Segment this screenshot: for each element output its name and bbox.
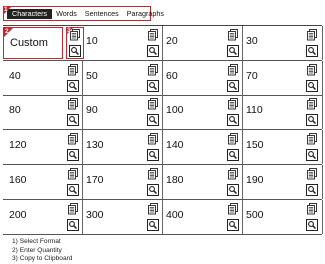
- copy-document-icon[interactable]: [227, 202, 239, 214]
- copy-document-icon[interactable]: [227, 132, 239, 145]
- quantity-value[interactable]: 10: [86, 35, 98, 47]
- magnifier-preview-icon[interactable]: [227, 79, 239, 92]
- magnifier-preview-icon[interactable]: [306, 218, 318, 231]
- tab-sentences[interactable]: Sentences: [81, 9, 123, 19]
- quantity-row: 200 300 400 500: [3, 199, 323, 235]
- copy-document-icon[interactable]: [227, 28, 239, 41]
- quantity-value[interactable]: 180: [166, 174, 184, 186]
- step-1-number: 1: [4, 6, 8, 13]
- quantity-value[interactable]: 400: [166, 209, 184, 221]
- quantity-cell: 120: [3, 130, 83, 164]
- quantity-value[interactable]: 20: [166, 35, 178, 47]
- magnifier-preview-icon[interactable]: [227, 114, 239, 127]
- quantity-value[interactable]: 60: [166, 70, 178, 82]
- copy-document-icon[interactable]: [147, 202, 159, 214]
- quantity-value[interactable]: 120: [9, 139, 27, 151]
- magnifier-preview-icon[interactable]: [227, 183, 239, 196]
- copy-document-icon[interactable]: [147, 132, 159, 145]
- quantity-value[interactable]: 300: [86, 209, 104, 221]
- instructions: 1) Select Format 2) Enter Quantity 3) Co…: [12, 238, 72, 264]
- quantity-value[interactable]: 40: [9, 70, 21, 82]
- quantity-cell: 40: [3, 61, 83, 95]
- magnifier-preview-icon[interactable]: [306, 79, 318, 92]
- magnifier-preview-icon[interactable]: [69, 45, 81, 57]
- custom-label: Custom: [10, 37, 48, 49]
- copy-document-icon[interactable]: [227, 97, 239, 110]
- quantity-grid: 2 Custom 3 10 20 30 40 50 60 70 80 90 100 110 120 130 14…: [3, 25, 323, 235]
- copy-document-icon[interactable]: [227, 63, 239, 76]
- column-divider: [322, 164, 323, 199]
- magnifier-preview-icon[interactable]: [147, 149, 159, 162]
- quantity-cell: 160: [3, 165, 83, 199]
- quantity-row: 80 90 100 110: [3, 95, 323, 131]
- step-3-number: 3: [67, 27, 71, 34]
- quantity-value[interactable]: 130: [86, 139, 104, 151]
- copy-document-icon[interactable]: [306, 63, 318, 76]
- quantity-cell: 80: [3, 95, 83, 129]
- quantity-cell: 200: [3, 200, 83, 234]
- magnifier-preview-icon[interactable]: [306, 183, 318, 196]
- magnifier-preview-icon[interactable]: [147, 218, 159, 231]
- magnifier-preview-icon[interactable]: [227, 45, 239, 57]
- quantity-value[interactable]: 140: [166, 139, 184, 151]
- quantity-value[interactable]: 190: [246, 174, 264, 186]
- copy-document-icon[interactable]: [227, 167, 239, 180]
- quantity-row: 40 50 60 70: [3, 60, 323, 96]
- tab-characters[interactable]: Characters: [7, 9, 53, 19]
- column-divider: [322, 95, 323, 130]
- tab-words[interactable]: Words: [52, 9, 81, 19]
- quantity-value[interactable]: 150: [246, 139, 264, 151]
- copy-document-icon[interactable]: [147, 97, 159, 110]
- quantity-value[interactable]: 110: [246, 104, 263, 116]
- quantity-row: 2 Custom 3 10 20 30: [3, 26, 323, 61]
- format-tabs: Characters Words Sentences Paragraphs: [3, 6, 164, 21]
- copy-document-icon[interactable]: [306, 97, 318, 110]
- column-divider: [322, 60, 323, 95]
- magnifier-preview-icon[interactable]: [147, 45, 159, 57]
- copy-document-icon[interactable]: [306, 167, 318, 180]
- column-divider: [322, 199, 323, 234]
- quantity-value[interactable]: 50: [86, 70, 98, 82]
- quantity-value[interactable]: 80: [9, 104, 21, 116]
- quantity-value[interactable]: 170: [86, 174, 104, 186]
- magnifier-preview-icon[interactable]: [147, 79, 159, 92]
- quantity-value[interactable]: 30: [246, 35, 258, 47]
- quantity-value[interactable]: 500: [246, 209, 264, 221]
- quantity-value[interactable]: 90: [86, 104, 98, 116]
- quantity-value[interactable]: 70: [246, 70, 258, 82]
- instruction-1: 1) Select Format: [12, 238, 61, 245]
- quantity-row: 120 130 140 150: [3, 130, 323, 166]
- quantity-value[interactable]: 100: [166, 104, 184, 116]
- copy-document-icon[interactable]: [147, 63, 159, 76]
- magnifier-preview-icon[interactable]: [227, 218, 239, 231]
- tab-paragraphs[interactable]: Paragraphs: [123, 9, 168, 19]
- quantity-value[interactable]: 200: [9, 209, 27, 221]
- copy-document-icon[interactable]: [306, 132, 318, 145]
- magnifier-preview-icon[interactable]: [147, 114, 159, 127]
- column-divider: [322, 130, 323, 165]
- magnifier-preview-icon[interactable]: [227, 149, 239, 162]
- magnifier-preview-icon[interactable]: [306, 45, 318, 57]
- copy-document-icon[interactable]: [306, 202, 318, 214]
- quantity-row: 160 170 180 190: [3, 164, 323, 200]
- copy-document-icon[interactable]: [147, 28, 159, 41]
- column-divider: [322, 26, 323, 60]
- step-2-number: 2: [5, 28, 9, 35]
- copy-document-icon[interactable]: [147, 167, 159, 180]
- instruction-3: 3) Copy to Clipboard: [12, 255, 73, 262]
- copy-document-icon[interactable]: [306, 28, 318, 41]
- custom-quantity-field[interactable]: 2 Custom: [3, 27, 63, 59]
- quantity-value[interactable]: 160: [9, 174, 27, 186]
- magnifier-preview-icon[interactable]: [306, 114, 318, 127]
- magnifier-preview-icon[interactable]: [306, 149, 318, 162]
- magnifier-preview-icon[interactable]: [147, 183, 159, 196]
- instruction-2: 2) Enter Quantity: [12, 246, 62, 254]
